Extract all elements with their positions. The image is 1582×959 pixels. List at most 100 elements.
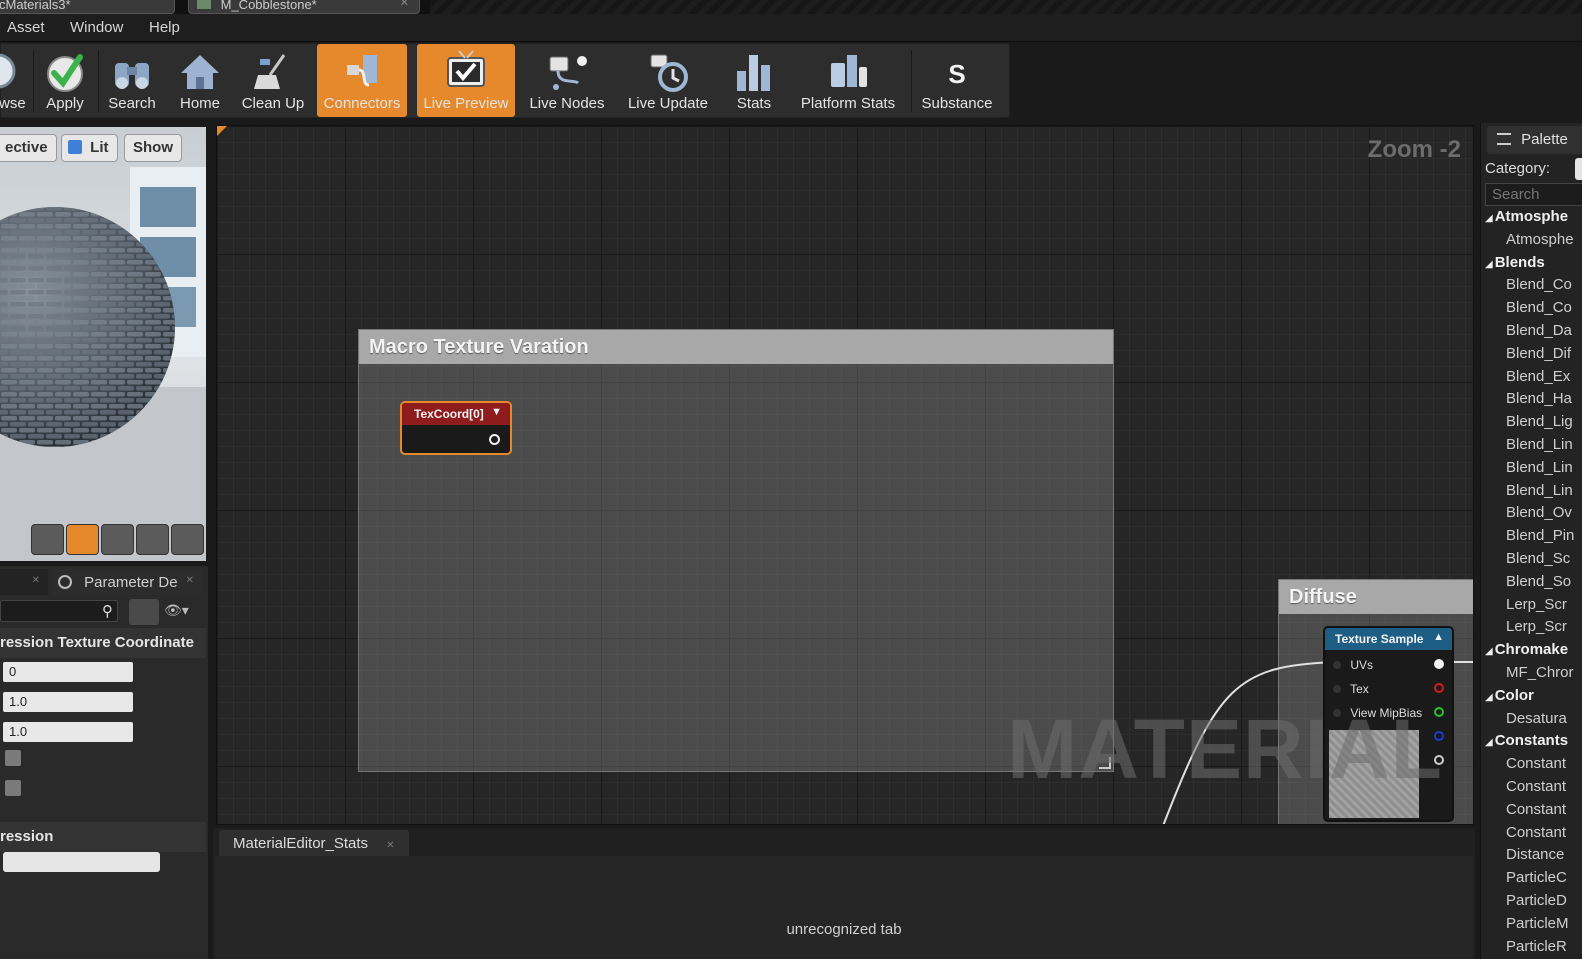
palette-category[interactable]: ◢ Chromake bbox=[1485, 641, 1582, 664]
substance-button[interactable]: S Substance bbox=[915, 44, 999, 117]
connectors-button[interactable]: Connectors bbox=[317, 44, 407, 117]
u-tiling-field[interactable]: 1.0 bbox=[3, 692, 133, 712]
teapot-preview-icon[interactable] bbox=[171, 524, 204, 555]
close-tab-icon[interactable]: ✕ bbox=[32, 575, 40, 586]
details-section-header[interactable]: ression Texture Coordinate bbox=[0, 628, 206, 658]
document-tab-materials[interactable]: cMaterials3* bbox=[0, 0, 175, 14]
preview-viewport[interactable]: ective Lit Show bbox=[0, 127, 206, 561]
palette-item[interactable]: Atmosphe bbox=[1485, 231, 1582, 254]
description-field[interactable] bbox=[3, 852, 160, 872]
palette-item[interactable]: Blend_Ha bbox=[1485, 390, 1582, 413]
live-preview-label: Live Preview bbox=[423, 95, 509, 112]
palette-item[interactable]: Blend_Co bbox=[1485, 299, 1582, 322]
un-mirror-u-checkbox[interactable] bbox=[5, 750, 21, 766]
palette-item[interactable]: Blend_Sc bbox=[1485, 550, 1582, 573]
palette-item[interactable]: Blend_Dif bbox=[1485, 345, 1582, 368]
apply-button[interactable]: Apply bbox=[35, 44, 95, 117]
palette-row-label: Chromake bbox=[1494, 641, 1569, 659]
tex-pin[interactable]: Tex bbox=[1333, 682, 1369, 696]
preview-scene bbox=[0, 167, 206, 561]
palette-row-label: MF_Chror bbox=[1506, 664, 1574, 681]
palette-item[interactable]: Blend_Ov bbox=[1485, 504, 1582, 527]
live-update-button[interactable]: Live Update bbox=[619, 44, 717, 117]
sphere-preview-icon[interactable] bbox=[66, 524, 99, 555]
close-tab-icon[interactable]: ✕ bbox=[400, 0, 409, 9]
palette-item[interactable]: Blend_Ex bbox=[1485, 368, 1582, 391]
palette-item[interactable]: Constant bbox=[1485, 801, 1582, 824]
live-nodes-button[interactable]: Live Nodes bbox=[521, 44, 613, 117]
cube-preview-icon[interactable] bbox=[136, 524, 169, 555]
plane-preview-icon[interactable] bbox=[101, 524, 134, 555]
live-nodes-icon bbox=[544, 49, 590, 95]
clean-up-button[interactable]: Clean Up bbox=[235, 44, 311, 117]
palette-item[interactable]: Blend_Lig bbox=[1485, 413, 1582, 436]
document-tab-cobblestone[interactable]: M_Cobblestone* ✕ bbox=[188, 0, 420, 14]
category-dropdown[interactable] bbox=[1575, 158, 1582, 180]
details-section-header[interactable]: ression bbox=[0, 822, 206, 852]
palette-item[interactable]: Constant bbox=[1485, 778, 1582, 801]
coordinate-index-field[interactable]: 0 bbox=[3, 662, 133, 682]
lit-button[interactable]: Lit bbox=[61, 134, 118, 162]
un-mirror-v-checkbox[interactable] bbox=[5, 780, 21, 796]
home-button[interactable]: Home bbox=[169, 44, 231, 117]
browse-button[interactable]: wse bbox=[0, 44, 31, 117]
menu-window[interactable]: Window bbox=[70, 19, 123, 36]
document-tab-strip: cMaterials3* M_Cobblestone* ✕ bbox=[0, 0, 1582, 14]
perspective-button[interactable]: ective bbox=[0, 134, 57, 162]
v-tiling-field[interactable]: 1.0 bbox=[3, 722, 133, 742]
palette-item[interactable]: ParticleD bbox=[1485, 892, 1582, 915]
palette-item[interactable]: Desatura bbox=[1485, 710, 1582, 733]
palette-item[interactable]: MF_Chror bbox=[1485, 664, 1582, 687]
palette-item[interactable]: Blend_Da bbox=[1485, 322, 1582, 345]
palette-item[interactable]: Constant bbox=[1485, 824, 1582, 847]
palette-item[interactable]: ParticleR bbox=[1485, 938, 1582, 959]
eye-visibility-icon[interactable]: 👁▾ bbox=[164, 602, 204, 622]
palette-category[interactable]: ◢ Color bbox=[1485, 687, 1582, 710]
tab-palette[interactable]: Palette bbox=[1487, 126, 1582, 154]
expand-triangle-icon[interactable]: ◢ bbox=[1485, 259, 1493, 270]
menu-asset[interactable]: Asset bbox=[7, 19, 45, 36]
uvs-pin[interactable]: UVs bbox=[1333, 658, 1373, 672]
palette-item[interactable]: Blend_Lin bbox=[1485, 459, 1582, 482]
close-tab-icon[interactable]: ✕ bbox=[186, 575, 194, 586]
collapse-arrow-icon[interactable]: ▲ bbox=[1433, 631, 1444, 643]
details-search-input[interactable]: ⚲ bbox=[0, 600, 118, 622]
expand-triangle-icon[interactable]: ◢ bbox=[1485, 692, 1493, 703]
menu-help[interactable]: Help bbox=[149, 19, 180, 36]
lit-label: Lit bbox=[90, 139, 109, 156]
grid-view-icon[interactable] bbox=[129, 599, 159, 625]
palette-category[interactable]: ◢ Constants bbox=[1485, 732, 1582, 755]
tab-materialeditor-stats[interactable]: MaterialEditor_Stats ✕ bbox=[219, 830, 409, 856]
show-button[interactable]: Show bbox=[124, 134, 182, 162]
platform-stats-button[interactable]: Platform Stats bbox=[791, 44, 905, 117]
palette-item[interactable]: Constant bbox=[1485, 755, 1582, 778]
rgb-output-pin-icon[interactable] bbox=[1434, 659, 1444, 669]
palette-item[interactable]: Blend_Co bbox=[1485, 276, 1582, 299]
connectors-label: Connectors bbox=[323, 95, 401, 112]
palette-item[interactable]: Blend_Lin bbox=[1485, 436, 1582, 459]
palette-item[interactable]: Lerp_Scr bbox=[1485, 618, 1582, 641]
search-button[interactable]: Search bbox=[101, 44, 163, 117]
browse-label: wse bbox=[0, 95, 26, 112]
palette-item[interactable]: ParticleM bbox=[1485, 915, 1582, 938]
palette-search-input[interactable]: Search bbox=[1485, 183, 1582, 206]
expand-triangle-icon[interactable]: ◢ bbox=[1485, 737, 1493, 748]
palette-item[interactable]: Lerp_Scr bbox=[1485, 596, 1582, 619]
palette-item[interactable]: Distance bbox=[1485, 846, 1582, 869]
stats-button[interactable]: Stats bbox=[723, 44, 785, 117]
details-tab[interactable]: ✕ bbox=[0, 569, 48, 595]
palette-item[interactable]: Blend_Pin bbox=[1485, 527, 1582, 550]
r-output-pin-icon[interactable] bbox=[1434, 683, 1444, 693]
expand-triangle-icon[interactable]: ◢ bbox=[1485, 646, 1493, 657]
material-graph[interactable]: Zoom -2 Macro Texture Varation TexCoord[… bbox=[216, 125, 1474, 825]
palette-item[interactable]: Blend_Lin bbox=[1485, 482, 1582, 505]
palette-item[interactable]: ParticleC bbox=[1485, 869, 1582, 892]
palette-category[interactable]: ◢ Blends bbox=[1485, 254, 1582, 277]
palette-item[interactable]: Blend_So bbox=[1485, 573, 1582, 596]
tab-parameter-defaults[interactable]: Parameter De ✕ bbox=[52, 569, 202, 595]
live-preview-button[interactable]: Live Preview bbox=[417, 44, 515, 117]
cylinder-preview-icon[interactable] bbox=[31, 524, 64, 555]
expand-triangle-icon[interactable]: ◢ bbox=[1485, 213, 1493, 224]
close-tab-icon[interactable]: ✕ bbox=[386, 840, 394, 851]
palette-category[interactable]: ◢ Atmosphe bbox=[1485, 208, 1582, 231]
